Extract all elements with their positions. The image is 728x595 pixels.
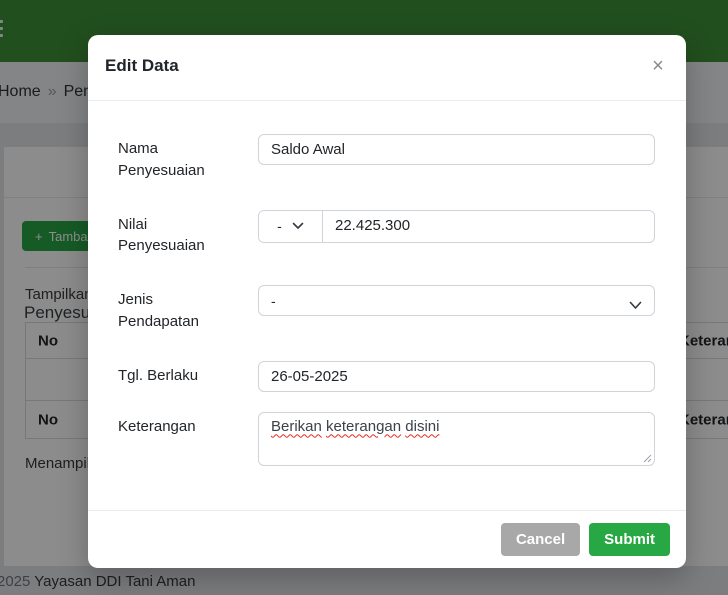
keterangan-textarea[interactable]: Berikan keterangan disini — [258, 412, 655, 466]
tgl-berlaku-label: Tgl. Berlaku — [118, 361, 230, 387]
chevron-down-icon — [292, 222, 304, 230]
jenis-selected-value: - — [271, 293, 276, 309]
form-row-keterangan: Keterangan Berikan keterangan disini — [118, 412, 655, 466]
nama-penyesuaian-input[interactable] — [258, 134, 655, 165]
modal-body: Nama Penyesuaian Nilai Penyesuaian - Jen… — [88, 101, 686, 510]
form-row-tgl: Tgl. Berlaku — [118, 361, 655, 392]
cancel-button[interactable]: Cancel — [501, 523, 580, 556]
jenis-pendapatan-select[interactable]: - — [258, 285, 655, 316]
nilai-penyesuaian-label: Nilai Penyesuaian — [118, 210, 230, 258]
keterangan-word: keterangan — [326, 418, 401, 435]
nilai-sign-value: - — [277, 218, 282, 234]
tgl-berlaku-input[interactable] — [258, 361, 655, 392]
jenis-pendapatan-label: Jenis Pendapatan — [118, 285, 230, 333]
modal-title: Edit Data — [105, 56, 179, 76]
resize-handle-icon[interactable] — [642, 453, 652, 463]
keterangan-word: Berikan — [271, 418, 322, 435]
form-row-jenis: Jenis Pendapatan - — [118, 285, 655, 333]
submit-button[interactable]: Submit — [589, 523, 670, 556]
chevron-down-icon — [629, 301, 642, 310]
modal-header: Edit Data × — [88, 35, 686, 101]
nilai-sign-select[interactable]: - — [259, 211, 323, 242]
keterangan-label: Keterangan — [118, 412, 230, 438]
keterangan-word: disini — [405, 418, 439, 435]
nama-penyesuaian-label: Nama Penyesuaian — [118, 134, 230, 182]
form-row-nama: Nama Penyesuaian — [118, 134, 655, 182]
edit-data-modal: Edit Data × Nama Penyesuaian Nilai Penye… — [88, 35, 686, 568]
form-row-nilai: Nilai Penyesuaian - — [118, 210, 655, 258]
close-icon[interactable]: × — [644, 52, 672, 80]
nilai-penyesuaian-input[interactable] — [323, 211, 654, 240]
modal-footer: Cancel Submit — [88, 510, 686, 568]
nilai-input-group: - — [258, 210, 655, 243]
